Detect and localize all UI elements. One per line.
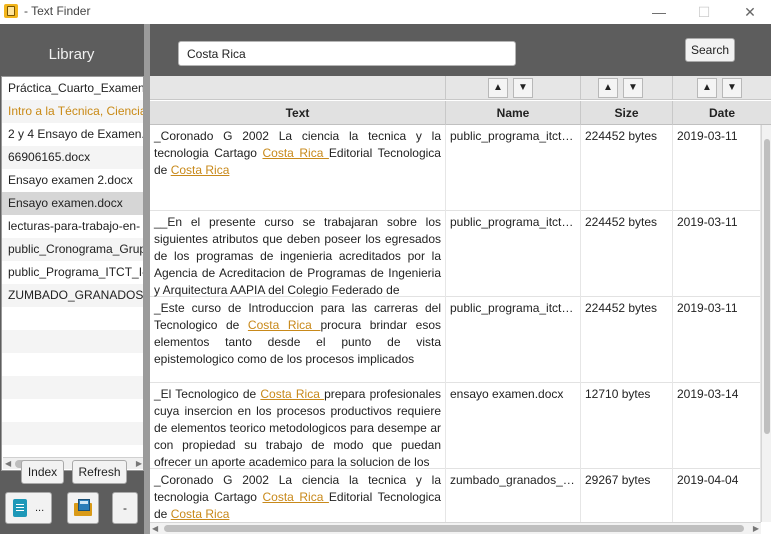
search-match: Costa Rica — [170, 163, 230, 177]
cell-size: 224452 bytes — [581, 211, 673, 297]
cell-text: _El Tecnologico de Costa Rica prepara pr… — [150, 383, 446, 469]
cell-date: 2019-03-11 — [673, 211, 761, 297]
empty-list-row — [2, 353, 143, 376]
cell-size: 12710 bytes — [581, 383, 673, 469]
cell-name: public_programa_itct_i... — [446, 211, 581, 297]
refresh-button[interactable]: Refresh — [72, 460, 127, 484]
index-button[interactable]: Index — [21, 460, 64, 484]
scroll-left-icon[interactable]: ◀ — [5, 459, 11, 468]
app-icon — [4, 4, 18, 18]
cell-size: 224452 bytes — [581, 125, 673, 211]
cell-text: __En el presente curso se trabajaran sob… — [150, 211, 446, 297]
empty-list-row — [2, 399, 143, 422]
table-row[interactable]: _El Tecnologico de Costa Rica prepara pr… — [150, 383, 761, 469]
cell-name: public_programa_itct_i... — [446, 297, 581, 383]
sort-controls-row: ▲ ▼ ▲ ▼ ▲ ▼ — [150, 76, 771, 100]
open-folder-button[interactable] — [67, 492, 99, 524]
sort-size-descending-button[interactable]: ▼ — [623, 78, 643, 98]
add-document-label: ... — [35, 502, 45, 514]
table-horizontal-scrollbar[interactable]: ◀ ▶ — [150, 522, 761, 534]
empty-list-row — [2, 422, 143, 445]
minimize-button[interactable]: — — [645, 2, 673, 22]
file-list-item[interactable]: public_Cronograma_Grup — [2, 238, 143, 261]
table-row[interactable]: _Este curso de Introduccion para las car… — [150, 297, 761, 383]
library-panel: Library Práctica_Cuarto_Examen_ Intro a l… — [0, 24, 147, 534]
search-input[interactable] — [178, 41, 516, 66]
results-table: ▲ ▼ ▲ ▼ ▲ ▼ Text Name Size Date _Coronad… — [150, 76, 771, 534]
file-list-item[interactable]: Ensayo examen 2.docx — [2, 169, 143, 192]
table-body: _Coronado G 2002 La ciencia la tecnica y… — [150, 125, 761, 522]
cell-date: 2019-03-14 — [673, 383, 761, 469]
file-list[interactable]: Práctica_Cuarto_Examen_ Intro a la Técnic… — [1, 76, 144, 471]
add-document-button[interactable]: ... — [5, 492, 52, 524]
empty-list-row — [2, 330, 143, 353]
search-match: Costa Rica — [262, 146, 329, 160]
cell-date: 2019-03-11 — [673, 297, 761, 383]
cell-name: zumbado_granados___... — [446, 469, 581, 522]
scrollbar-thumb[interactable] — [164, 525, 744, 532]
cell-date: 2019-03-11 — [673, 125, 761, 211]
sort-name-ascending-button[interactable]: ▲ — [488, 78, 508, 98]
search-match: Costa Rica — [247, 318, 321, 332]
table-row[interactable]: __En el presente curso se trabajaran sob… — [150, 211, 761, 297]
table-vertical-scrollbar[interactable] — [761, 125, 771, 522]
scrollbar-thumb[interactable] — [764, 139, 770, 434]
text-segment: __En el presente curso se trabajaran sob… — [154, 215, 441, 297]
sort-size-ascending-button[interactable]: ▲ — [598, 78, 618, 98]
library-title: Library — [48, 46, 95, 63]
empty-list-row — [2, 376, 143, 399]
table-row[interactable]: _Coronado G 2002 La ciencia la tecnica y… — [150, 469, 761, 522]
table-row[interactable]: _Coronado G 2002 La ciencia la tecnica y… — [150, 125, 761, 211]
cell-date: 2019-04-04 — [673, 469, 761, 522]
cell-text: _Este curso de Introduccion para las car… — [150, 297, 446, 383]
search-match: Costa Rica — [260, 387, 325, 401]
sort-name-descending-button[interactable]: ▼ — [513, 78, 533, 98]
document-icon — [13, 499, 27, 517]
folder-icon — [74, 499, 94, 517]
scroll-right-icon[interactable]: ▶ — [136, 459, 142, 468]
file-list-item[interactable]: ZUMBADO_GRANADOS_ — [2, 284, 143, 307]
scroll-right-icon[interactable]: ▶ — [753, 524, 759, 533]
column-header-text[interactable]: Text — [150, 101, 446, 125]
file-list-item[interactable]: 66906165.docx — [2, 146, 143, 169]
column-header-name[interactable]: Name — [446, 101, 581, 125]
remove-button[interactable]: - — [112, 492, 138, 524]
remove-label: - — [123, 501, 127, 515]
cell-size: 224452 bytes — [581, 297, 673, 383]
cell-text: _Coronado G 2002 La ciencia la tecnica y… — [150, 469, 446, 522]
table-header: Text Name Size Date — [150, 101, 771, 125]
cell-name: public_programa_itct_i... — [446, 125, 581, 211]
search-button[interactable]: Search — [685, 38, 735, 62]
search-match: Costa Rica — [170, 507, 230, 521]
cell-text: _Coronado G 2002 La ciencia la tecnica y… — [150, 125, 446, 211]
sort-date-descending-button[interactable]: ▼ — [722, 78, 742, 98]
sort-date-ascending-button[interactable]: ▲ — [697, 78, 717, 98]
title-bar: - Text Finder — ☐ ✕ — [0, 0, 771, 24]
file-list-item[interactable]: Ensayo examen.docx — [2, 192, 143, 215]
file-list-item[interactable]: Práctica_Cuarto_Examen_ — [2, 77, 143, 100]
text-segment: _El Tecnologico de — [154, 387, 261, 401]
cell-name: ensayo examen.docx — [446, 383, 581, 469]
window-title: - Text Finder — [24, 4, 91, 18]
file-list-item[interactable]: public_Programa_ITCT_I-_ — [2, 261, 143, 284]
cell-size: 29267 bytes — [581, 469, 673, 522]
file-list-item[interactable]: lecturas-para-trabajo-en- — [2, 215, 143, 238]
column-header-size[interactable]: Size — [581, 101, 673, 125]
close-button[interactable]: ✕ — [736, 2, 764, 22]
empty-list-row — [2, 307, 143, 330]
scroll-left-icon[interactable]: ◀ — [152, 524, 158, 533]
file-list-item[interactable]: Intro a la Técnica, Ciencia — [2, 100, 143, 123]
search-match: Costa Rica — [262, 490, 329, 504]
maximize-button[interactable]: ☐ — [690, 2, 718, 22]
column-header-date[interactable]: Date — [673, 101, 771, 125]
file-list-item[interactable]: 2 y 4 Ensayo de Examen.d — [2, 123, 143, 146]
